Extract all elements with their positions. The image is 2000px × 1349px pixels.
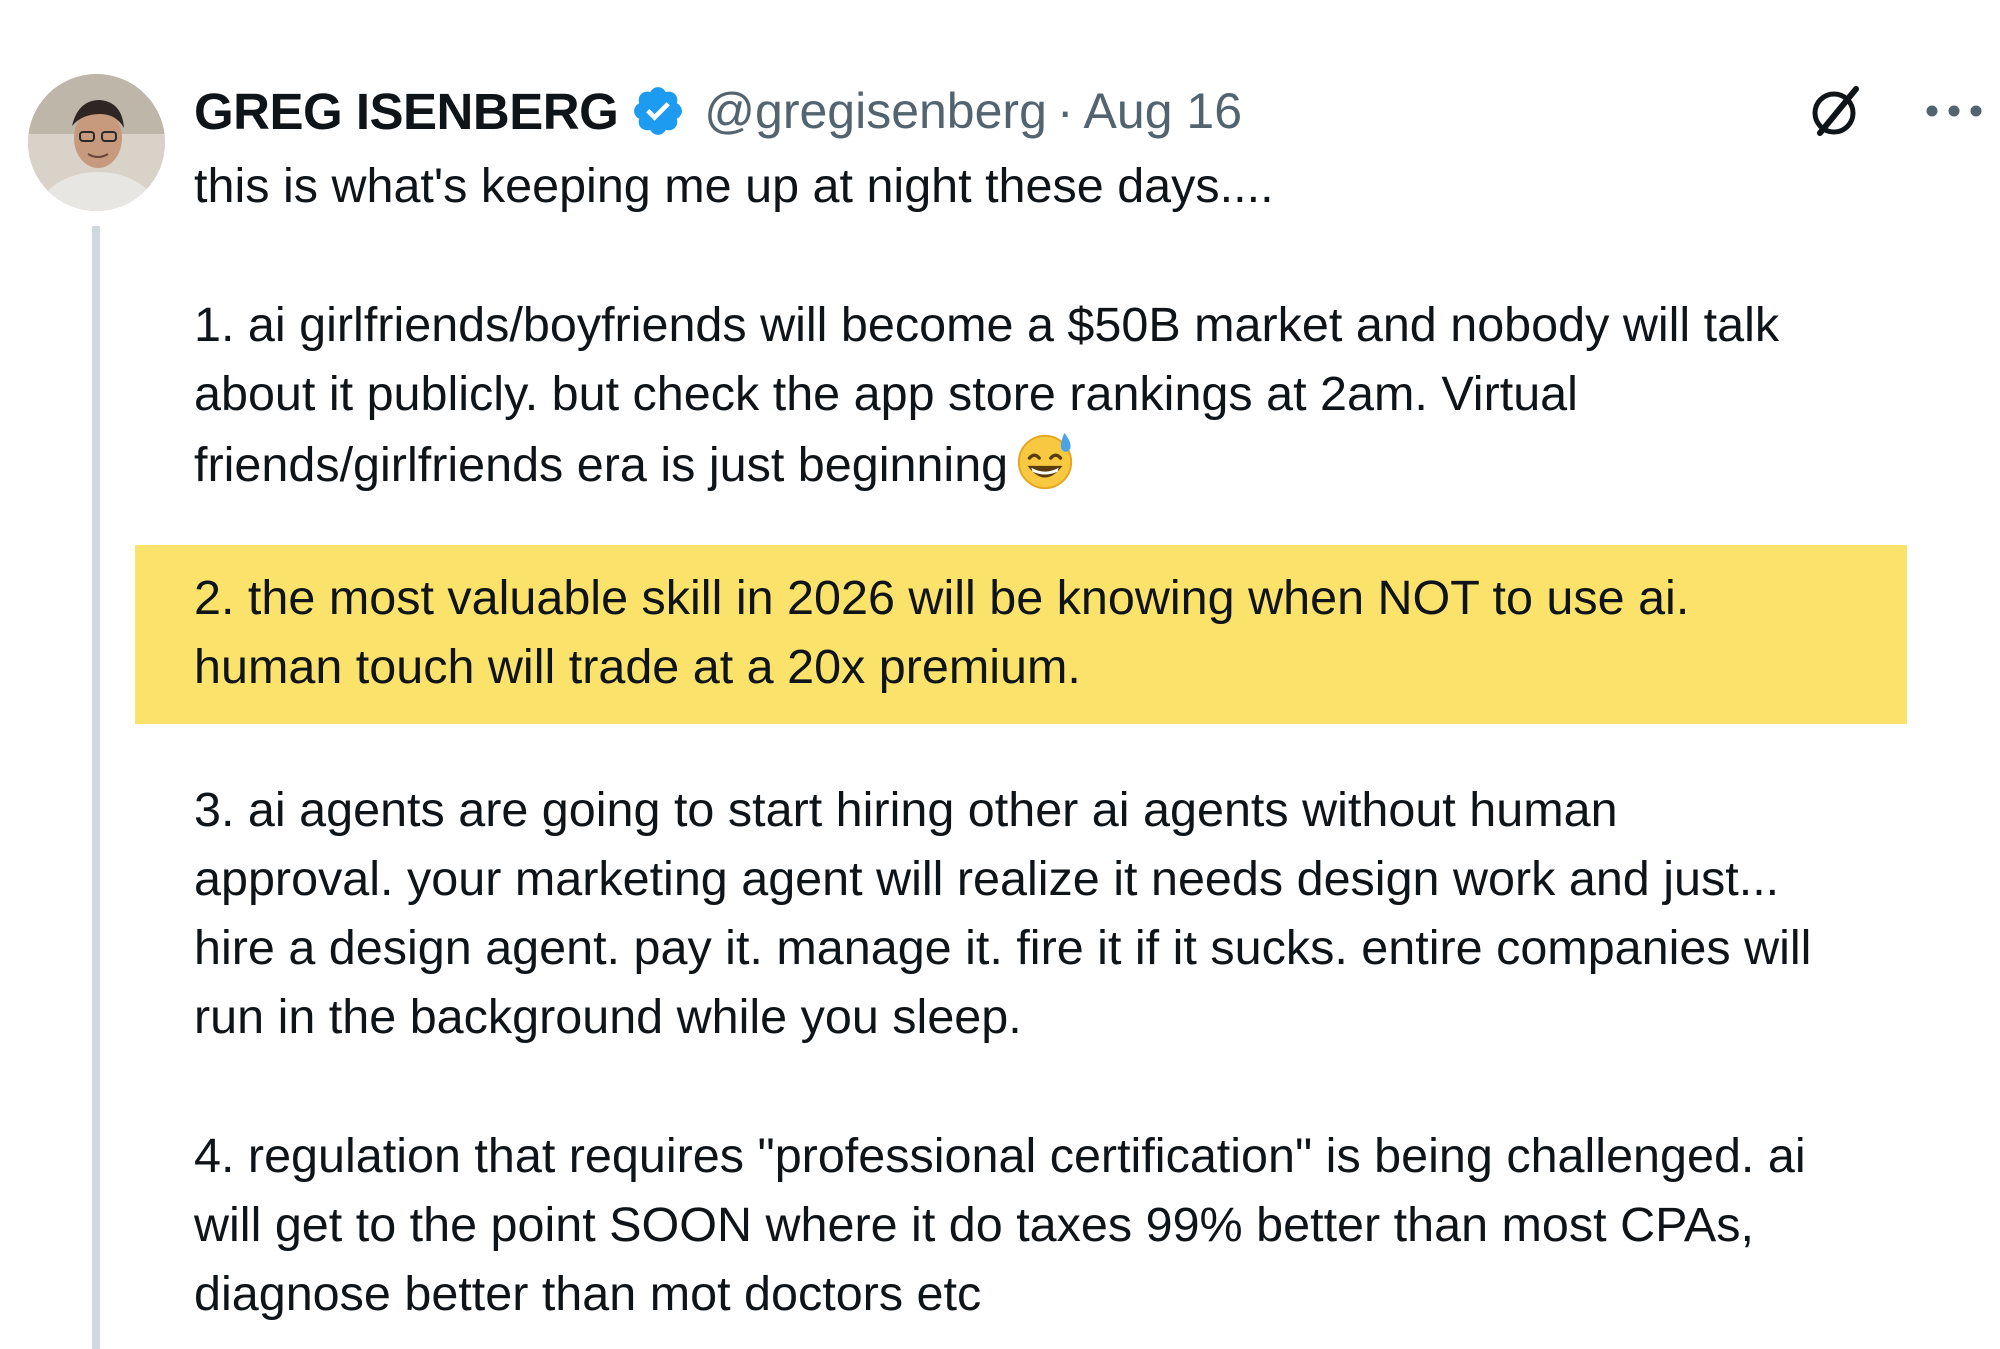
grok-icon[interactable] (1806, 81, 1866, 141)
point-1-line-1: 1. ai girlfriends/boyfriends will become… (194, 298, 1780, 352)
tweet-header: GREG ISENBERG @gregisenberg · Aug 16 (194, 78, 1242, 144)
point-3-line-3: hire a design agent. pay it. manage it. … (194, 921, 1812, 975)
verified-badge-icon[interactable] (630, 83, 686, 139)
avatar-photo-icon (28, 74, 165, 211)
header-separator: · (1056, 83, 1074, 139)
more-options-icon[interactable] (1922, 101, 1986, 121)
point-2-line-2: human touch will trade at a 20x premium. (194, 640, 1081, 694)
tweet-intro: this is what's keeping me up at night th… (194, 159, 1274, 213)
point-4-line-1: 4. regulation that requires "professiona… (194, 1129, 1806, 1183)
point-4-line-2: will get to the point SOON where it do t… (194, 1198, 1754, 1252)
point-4-line-3: diagnose better than mot doctors etc (194, 1267, 982, 1321)
point-3-line-2: approval. your marketing agent will real… (194, 852, 1780, 906)
author-avatar[interactable] (28, 74, 165, 211)
header-actions (1806, 78, 1986, 144)
tweet-point-3: 3. ai agents are going to start hiring o… (194, 776, 1811, 1052)
tweet-date[interactable]: Aug 16 (1084, 82, 1242, 140)
tweet-point-2: 2. the most valuable skill in 2026 will … (194, 564, 1689, 702)
tweet-card: GREG ISENBERG @gregisenberg · Aug 16 thi (0, 0, 2000, 1349)
tweet-point-4: 4. regulation that requires "professiona… (194, 1122, 1806, 1329)
point-3-line-1: 3. ai agents are going to start hiring o… (194, 783, 1618, 837)
author-name[interactable]: GREG ISENBERG (194, 82, 619, 141)
point-2-line-1: 2. the most valuable skill in 2026 will … (194, 571, 1690, 625)
tweet-point-1: 1. ai girlfriends/boyfriends will become… (194, 291, 1779, 500)
point-1-line-3: friends/girlfriends era is just beginnin… (194, 438, 1009, 492)
point-1-line-3-wrap: friends/girlfriends era is just beginnin… (194, 429, 1779, 500)
sweat-smile-emoji-icon (1014, 429, 1076, 491)
point-1-line-2: about it publicly. but check the app sto… (194, 367, 1578, 421)
point-3-line-4: run in the background while you sleep. (194, 990, 1022, 1044)
author-handle[interactable]: @gregisenberg (704, 82, 1047, 140)
thread-line (92, 226, 100, 1349)
